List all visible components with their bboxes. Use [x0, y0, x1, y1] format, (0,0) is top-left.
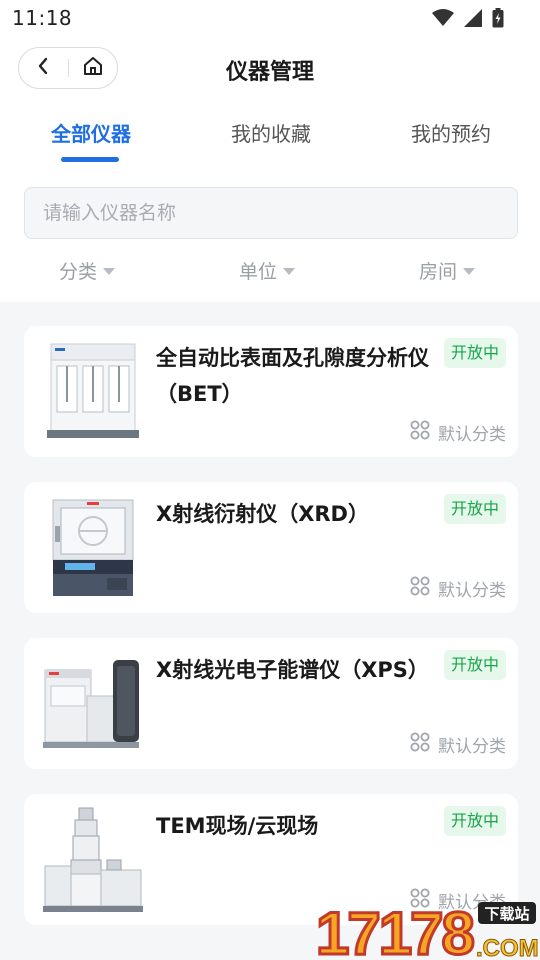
watermark-badge: 下载站: [484, 905, 529, 923]
status-bar: 11:18: [0, 0, 540, 36]
instrument-category: 默认分类: [410, 732, 506, 757]
xrd-diffractometer-icon: [38, 496, 148, 600]
instrument-category: 默认分类: [410, 576, 506, 601]
instrument-management-page: 11:18 仪器管理 全部仪器 我的收藏 我的预约 请输入仪器名称 分类 单位 …: [0, 0, 540, 960]
status-icons: [432, 8, 504, 32]
category-label: 默认分类: [438, 425, 506, 445]
category-grid-icon: [410, 732, 430, 757]
caret-down-icon: [103, 268, 116, 275]
category-grid-icon: [410, 576, 430, 601]
site-watermark: 17178 下载站 .COM: [312, 896, 540, 960]
watermark-number: 17178: [316, 900, 473, 960]
tab-my-reservations[interactable]: 我的预约: [411, 118, 491, 147]
caret-down-icon: [463, 268, 476, 275]
wifi-icon: [432, 9, 454, 31]
filter-unit-label: 单位: [239, 261, 278, 283]
status-badge: 开放中: [443, 494, 506, 524]
filter-category-label: 分类: [59, 261, 98, 283]
category-label: 默认分类: [438, 581, 506, 601]
instrument-name: 全自动比表面及孔隙度分析仪（BET）: [156, 346, 429, 406]
bet-analyzer-icon: [38, 340, 148, 444]
filter-room[interactable]: 房间: [419, 257, 476, 284]
filter-bar: 分类 单位 房间: [0, 252, 540, 292]
tab-all-instruments[interactable]: 全部仪器: [51, 118, 131, 147]
signal-icon: [464, 9, 482, 31]
watermark-domain: .COM: [476, 935, 539, 960]
xps-spectrometer-icon: [38, 652, 148, 756]
header-area: 11:18 仪器管理 全部仪器 我的收藏 我的预约 请输入仪器名称 分类 单位 …: [0, 0, 540, 302]
filter-unit[interactable]: 单位: [239, 257, 296, 284]
tab-my-favorites[interactable]: 我的收藏: [231, 118, 311, 147]
search-input[interactable]: [43, 202, 517, 224]
status-badge: 开放中: [443, 650, 506, 680]
instrument-card[interactable]: X射线光电子能谱仪（XPS） 开放中 默认分类: [24, 638, 518, 769]
status-badge: 开放中: [443, 338, 506, 368]
page-title: 仪器管理: [225, 60, 314, 85]
instrument-name: X射线衍射仪（XRD）: [156, 502, 369, 526]
instrument-category: 默认分类: [410, 420, 506, 445]
instrument-name: TEM现场/云现场: [156, 814, 319, 838]
filter-category[interactable]: 分类: [59, 257, 116, 284]
active-tab-indicator: [61, 157, 119, 162]
tem-microscope-icon: [38, 807, 148, 912]
status-badge: 开放中: [443, 806, 506, 836]
instrument-card[interactable]: X射线衍射仪（XRD） 开放中 默认分类: [24, 482, 518, 613]
instrument-name: X射线光电子能谱仪（XPS）: [156, 658, 429, 682]
category-grid-icon: [410, 420, 430, 445]
caret-down-icon: [283, 268, 296, 275]
filter-room-label: 房间: [419, 261, 458, 283]
battery-charging-icon: [492, 8, 504, 32]
search-box: [24, 187, 518, 239]
tab-bar: 全部仪器 我的收藏 我的预约: [0, 112, 540, 172]
instrument-card[interactable]: 全自动比表面及孔隙度分析仪（BET） 开放中 默认分类: [24, 326, 518, 457]
status-time: 11:18: [12, 6, 73, 30]
category-label: 默认分类: [438, 737, 506, 757]
